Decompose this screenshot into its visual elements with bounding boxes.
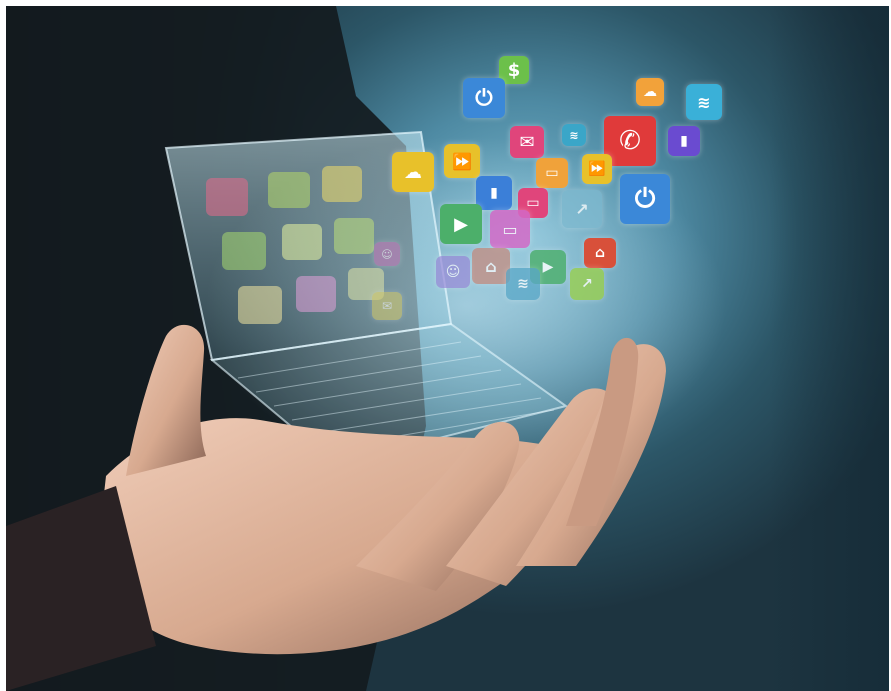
trend-icon-2: ↗ bbox=[570, 268, 604, 300]
screen-icon-photo bbox=[282, 224, 322, 260]
cloud-icon: ☁ bbox=[636, 78, 664, 106]
home-icon-2: ⌂ bbox=[472, 248, 510, 284]
wifi-small-icon: ≋ bbox=[562, 124, 586, 146]
signal-bars-icon: ▮ bbox=[668, 126, 700, 156]
screen-icon-notes bbox=[238, 286, 282, 324]
photo-icon: ▭ bbox=[490, 210, 530, 248]
power-icon: ⏻ bbox=[463, 78, 505, 118]
fast-forward-icon: ⏩ bbox=[444, 144, 480, 178]
users-icon: ☺ bbox=[436, 256, 470, 288]
screen-icon-wifi bbox=[268, 172, 310, 208]
screen-icon-mail bbox=[222, 232, 266, 270]
home-icon: ⌂ bbox=[584, 238, 616, 268]
screen-icon-chart bbox=[296, 276, 336, 312]
wifi-icon-3: ≋ bbox=[506, 268, 540, 300]
trend-icon: ↗ bbox=[562, 190, 602, 228]
screen-icon-folder bbox=[322, 166, 362, 202]
scene-svg bbox=[6, 6, 726, 691]
photo-frame: $ ⏻ ☁ ≋ ✉ ≋ ✆ ▮ ☁ ⏩ ▮ ▭ ⏩ ⏻ ▭ ↗ ▶ ▭ ⌂ ⌂ … bbox=[6, 6, 889, 691]
mail-icon: ✉ bbox=[510, 126, 544, 158]
chart-icon: ▮ bbox=[476, 176, 512, 210]
fast-forward-icon-2: ⏩ bbox=[582, 154, 612, 184]
power-icon-2: ⏻ bbox=[620, 174, 670, 224]
folder-icon: ▭ bbox=[536, 158, 568, 188]
screen-icon-camera bbox=[334, 218, 374, 254]
screen-icon-mail-at bbox=[206, 178, 248, 216]
wifi-icon: ≋ bbox=[686, 84, 722, 120]
cloud-icon-2: ☁ bbox=[392, 152, 434, 192]
mail-icon-2: ✉ bbox=[372, 292, 402, 320]
video-camera-icon: ▶ bbox=[440, 204, 482, 244]
people-icon: ☺ bbox=[374, 242, 400, 266]
